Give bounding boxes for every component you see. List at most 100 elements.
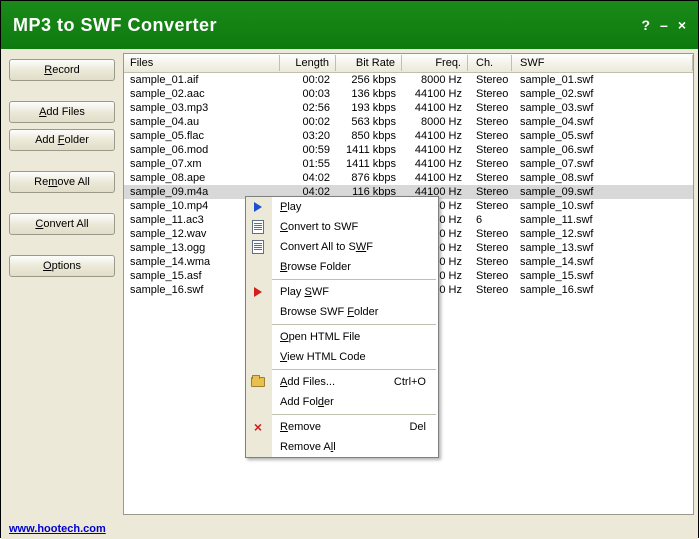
cell-length: 03:20 xyxy=(280,130,336,142)
table-row[interactable]: sample_03.mp302:56193 kbps44100 HzStereo… xyxy=(124,101,693,115)
cell-files: sample_03.mp3 xyxy=(124,102,280,114)
close-button[interactable]: × xyxy=(678,17,686,33)
cell-length: 01:55 xyxy=(280,158,336,170)
cell-swf: sample_11.swf xyxy=(512,214,693,226)
menu-play-swf[interactable]: Play SWF xyxy=(272,282,438,302)
menu-add-folder[interactable]: Add Folder xyxy=(272,392,438,412)
cell-swf: sample_04.swf xyxy=(512,116,693,128)
folder-open-icon xyxy=(250,374,266,390)
menu-add-files[interactable]: Add Files... Ctrl+O xyxy=(272,372,438,392)
cell-files: sample_05.flac xyxy=(124,130,280,142)
cell-swf: sample_03.swf xyxy=(512,102,693,114)
titlebar: MP3 to SWF Converter ? – × xyxy=(1,1,698,49)
sidebar: Record Add Files Add Folder Remove All C… xyxy=(5,53,119,515)
cell-ch: 6 xyxy=(468,214,512,226)
cell-swf: sample_10.swf xyxy=(512,200,693,212)
cell-swf: sample_14.swf xyxy=(512,256,693,268)
table-row[interactable]: sample_04.au00:02563 kbps8000 HzStereosa… xyxy=(124,115,693,129)
cell-bitrate: 1411 kbps xyxy=(336,144,402,156)
cell-ch: Stereo xyxy=(468,256,512,268)
menu-remove-all[interactable]: Remove All xyxy=(272,437,438,457)
cell-files: sample_02.aac xyxy=(124,88,280,100)
table-header: Files Length Bit Rate Freq. Ch. SWF xyxy=(124,54,693,73)
cell-length: 02:56 xyxy=(280,102,336,114)
convert-all-button[interactable]: Convert All xyxy=(9,213,115,235)
col-header-swf[interactable]: SWF xyxy=(512,55,693,71)
cell-swf: sample_08.swf xyxy=(512,172,693,184)
document-icon xyxy=(250,219,266,235)
menu-convert-all-to-swf[interactable]: Convert All to SWF xyxy=(272,237,438,257)
shortcut-label: Ctrl+O xyxy=(394,376,426,388)
cell-ch: Stereo xyxy=(468,270,512,282)
cell-files: sample_04.au xyxy=(124,116,280,128)
minimize-button[interactable]: – xyxy=(660,17,668,33)
menu-separator xyxy=(272,414,436,415)
cell-ch: Stereo xyxy=(468,74,512,86)
cell-freq: 44100 Hz xyxy=(402,102,468,114)
menu-convert-to-swf[interactable]: Convert to SWF xyxy=(272,217,438,237)
record-button[interactable]: Record xyxy=(9,59,115,81)
cell-bitrate: 256 kbps xyxy=(336,74,402,86)
table-row[interactable]: sample_06.mod00:591411 kbps44100 HzStere… xyxy=(124,143,693,157)
cell-ch: Stereo xyxy=(468,172,512,184)
col-header-ch[interactable]: Ch. xyxy=(468,55,512,71)
menu-separator xyxy=(272,369,436,370)
cell-swf: sample_02.swf xyxy=(512,88,693,100)
cell-ch: Stereo xyxy=(468,284,512,296)
menu-browse-folder[interactable]: Browse Folder xyxy=(272,257,438,277)
add-files-button[interactable]: Add Files xyxy=(9,101,115,123)
menu-separator xyxy=(272,324,436,325)
table-row[interactable]: sample_01.aif00:02256 kbps8000 HzStereos… xyxy=(124,73,693,87)
table-row[interactable]: sample_08.ape04:02876 kbps44100 HzStereo… xyxy=(124,171,693,185)
col-header-files[interactable]: Files xyxy=(124,55,280,71)
menu-view-html-code[interactable]: View HTML Code xyxy=(272,347,438,367)
cell-freq: 8000 Hz xyxy=(402,74,468,86)
cell-bitrate: 1411 kbps xyxy=(336,158,402,170)
cell-ch: Stereo xyxy=(468,88,512,100)
cell-swf: sample_12.swf xyxy=(512,228,693,240)
cell-freq: 8000 Hz xyxy=(402,116,468,128)
add-folder-button[interactable]: Add Folder xyxy=(9,129,115,151)
cell-freq: 44100 Hz xyxy=(402,172,468,184)
cell-ch: Stereo xyxy=(468,102,512,114)
cell-freq: 44100 Hz xyxy=(402,158,468,170)
website-link[interactable]: www.hootech.com xyxy=(9,523,106,535)
cell-ch: Stereo xyxy=(468,186,512,198)
cell-length: 00:02 xyxy=(280,116,336,128)
cell-freq: 44100 Hz xyxy=(402,88,468,100)
remove-icon: × xyxy=(250,419,266,435)
cell-ch: Stereo xyxy=(468,158,512,170)
menu-open-html-file[interactable]: Open HTML File xyxy=(272,327,438,347)
help-button[interactable]: ? xyxy=(641,17,650,33)
documents-icon xyxy=(250,239,266,255)
cell-swf: sample_06.swf xyxy=(512,144,693,156)
cell-swf: sample_13.swf xyxy=(512,242,693,254)
cell-length: 00:03 xyxy=(280,88,336,100)
cell-ch: Stereo xyxy=(468,228,512,240)
options-button[interactable]: Options xyxy=(9,255,115,277)
table-row[interactable]: sample_07.xm01:551411 kbps44100 HzStereo… xyxy=(124,157,693,171)
cell-length: 04:02 xyxy=(280,172,336,184)
col-header-freq[interactable]: Freq. xyxy=(402,55,468,71)
menu-remove[interactable]: × Remove Del xyxy=(272,417,438,437)
cell-files: sample_06.mod xyxy=(124,144,280,156)
table-row[interactable]: sample_02.aac00:03136 kbps44100 HzStereo… xyxy=(124,87,693,101)
cell-freq: 44100 Hz xyxy=(402,130,468,142)
cell-bitrate: 136 kbps xyxy=(336,88,402,100)
cell-ch: Stereo xyxy=(468,130,512,142)
col-header-length[interactable]: Length xyxy=(280,55,336,71)
cell-freq: 44100 Hz xyxy=(402,144,468,156)
cell-bitrate: 850 kbps xyxy=(336,130,402,142)
menu-separator xyxy=(272,279,436,280)
context-menu: Play Convert to SWF Convert All to SWF B… xyxy=(245,196,439,458)
menu-play[interactable]: Play xyxy=(272,197,438,217)
app-title: MP3 to SWF Converter xyxy=(13,15,217,36)
shortcut-label: Del xyxy=(409,421,426,433)
cell-swf: sample_01.swf xyxy=(512,74,693,86)
cell-swf: sample_16.swf xyxy=(512,284,693,296)
col-header-bitrate[interactable]: Bit Rate xyxy=(336,55,402,71)
cell-bitrate: 876 kbps xyxy=(336,172,402,184)
remove-all-button[interactable]: Remove All xyxy=(9,171,115,193)
table-row[interactable]: sample_05.flac03:20850 kbps44100 HzStere… xyxy=(124,129,693,143)
menu-browse-swf-folder[interactable]: Browse SWF Folder xyxy=(272,302,438,322)
